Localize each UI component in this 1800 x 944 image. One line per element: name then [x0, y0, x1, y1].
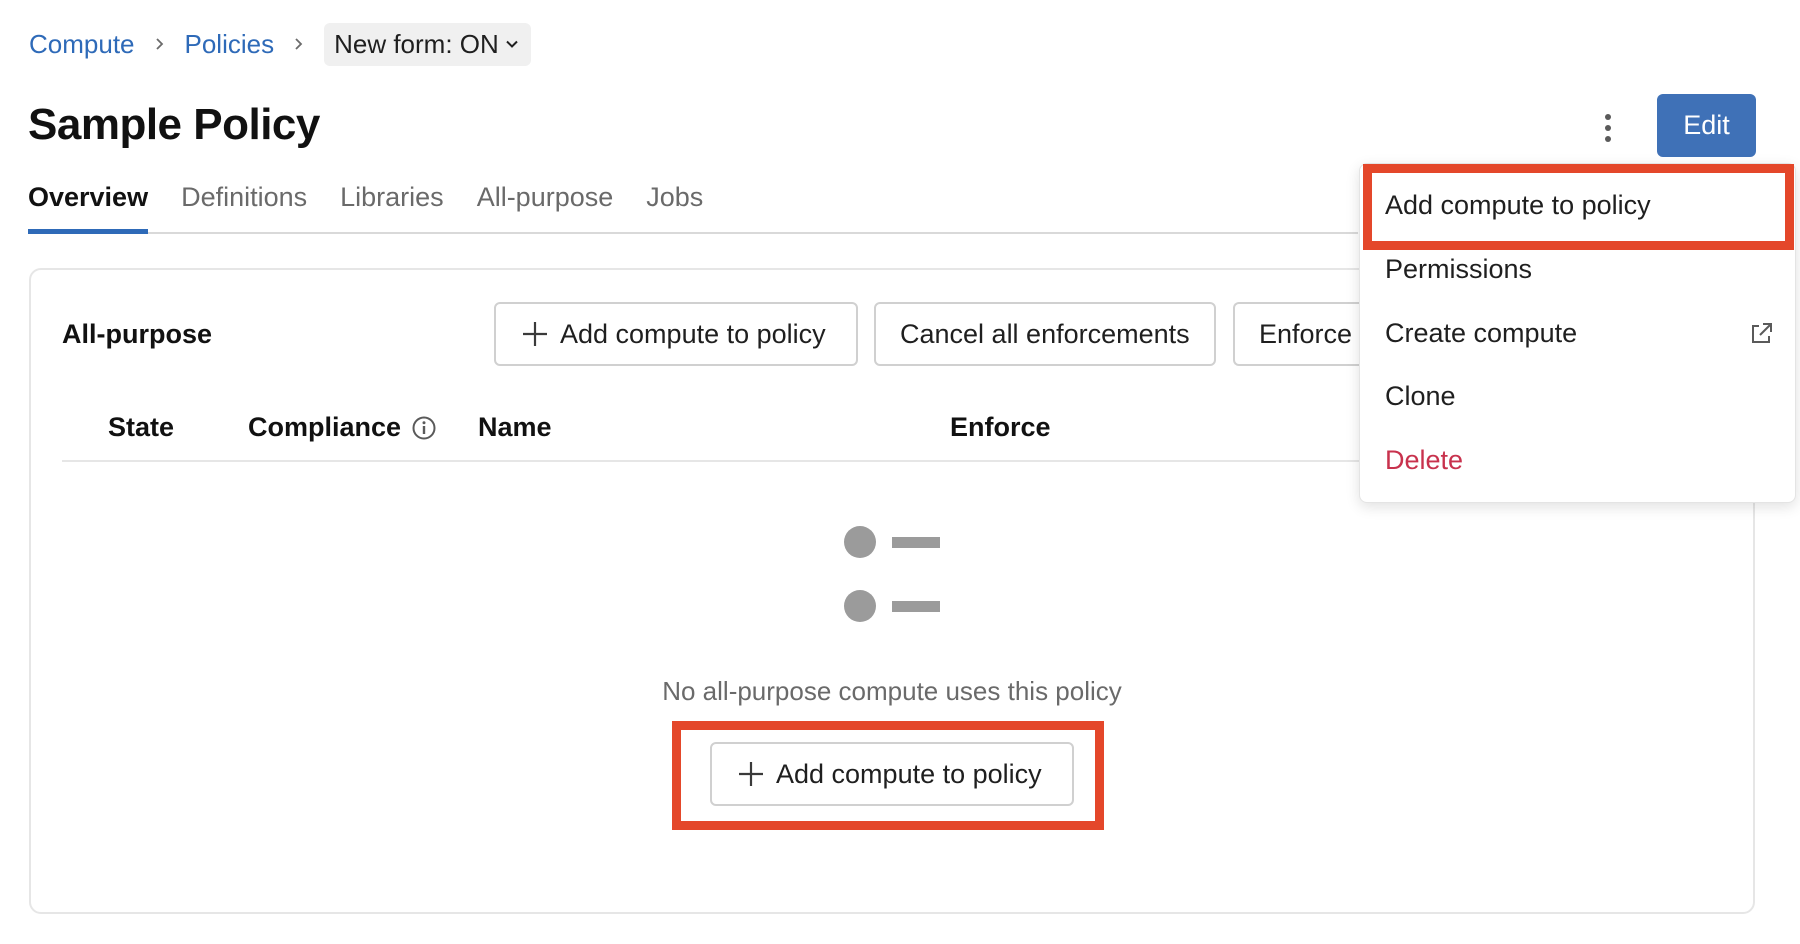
- cancel-enforcements-label: Cancel all enforcements: [900, 318, 1190, 349]
- new-form-toggle[interactable]: New form: ON: [324, 22, 531, 66]
- highlight-box-menu: [1363, 164, 1794, 250]
- menu-item-create-compute[interactable]: Create compute: [1385, 318, 1577, 349]
- empty-list-icon: [844, 526, 940, 622]
- cancel-enforcements-button[interactable]: Cancel all enforcements: [874, 302, 1216, 366]
- section-title: All-purpose: [62, 319, 213, 349]
- info-icon[interactable]: [411, 415, 437, 441]
- chevron-right-icon: [292, 37, 306, 51]
- external-link-icon: [1752, 323, 1772, 343]
- add-compute-button-label: Add compute to policy: [560, 318, 826, 349]
- menu-item-permissions[interactable]: Permissions: [1385, 254, 1532, 285]
- chevron-down-icon: [506, 40, 518, 48]
- chevron-right-icon: [153, 37, 167, 51]
- breadcrumb: Compute Policies New form: ON: [29, 22, 531, 66]
- plus-icon: [523, 322, 547, 346]
- tab-overview[interactable]: Overview: [28, 182, 149, 234]
- column-compliance[interactable]: Compliance: [248, 412, 437, 443]
- highlight-box: [672, 721, 1104, 830]
- column-enforce[interactable]: Enforce: [950, 412, 1051, 443]
- enforce-button-label: Enforce: [1259, 318, 1353, 349]
- tab-bar: Overview Definitions Libraries All-purpo…: [28, 182, 1358, 234]
- column-name[interactable]: Name: [478, 412, 552, 443]
- menu-item-clone[interactable]: Clone: [1385, 381, 1456, 412]
- breadcrumb-policies[interactable]: Policies: [185, 29, 275, 60]
- new-form-toggle-label: New form: ON: [334, 28, 499, 59]
- column-state[interactable]: State: [108, 412, 174, 443]
- tab-libraries[interactable]: Libraries: [340, 182, 444, 232]
- tab-all-purpose[interactable]: All-purpose: [477, 182, 614, 232]
- menu-item-delete[interactable]: Delete: [1385, 445, 1463, 476]
- empty-state-message: No all-purpose compute uses this policy: [662, 676, 1122, 706]
- tab-jobs[interactable]: Jobs: [646, 182, 703, 232]
- add-compute-button[interactable]: Add compute to policy: [494, 302, 858, 366]
- more-options-icon[interactable]: [1588, 108, 1628, 148]
- tab-definitions[interactable]: Definitions: [181, 182, 307, 232]
- enforce-button[interactable]: Enforce: [1233, 302, 1363, 366]
- table-header: State Compliance Name Enforce: [62, 400, 1362, 462]
- page-title: Sample Policy: [28, 100, 320, 149]
- breadcrumb-compute[interactable]: Compute: [29, 29, 135, 60]
- edit-button[interactable]: Edit: [1657, 94, 1756, 157]
